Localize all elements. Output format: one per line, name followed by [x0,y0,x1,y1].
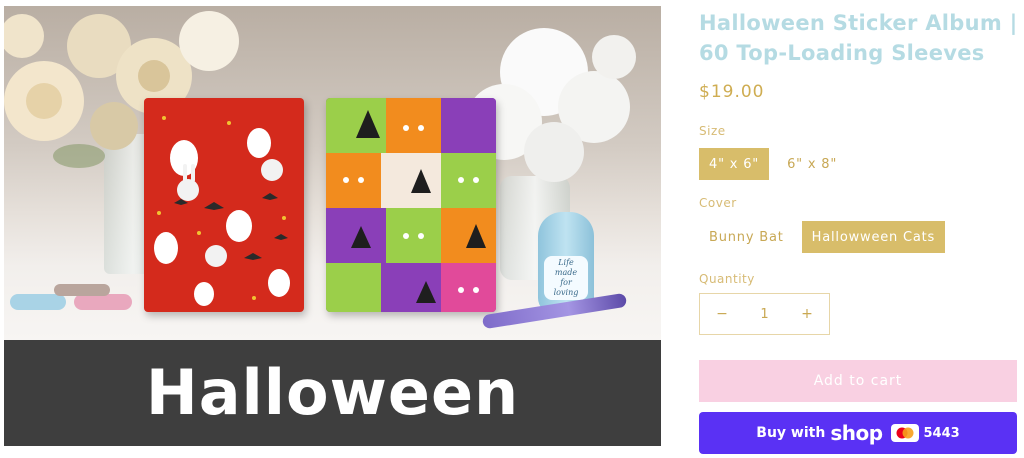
halloween-banner: Halloween [4,340,661,446]
washi-tape-pink [74,294,132,310]
product-image[interactable]: Life made for loving Halloween [4,6,661,446]
shop-logo: shop [830,421,883,445]
halloween-cats-album [326,98,496,312]
washi-tape-blue [10,294,66,310]
size-options: 4" x 6" 6" x 8" [699,148,848,180]
mastercard-icon [890,424,919,442]
cover-option-bunny-bat[interactable]: Bunny Bat [699,221,794,253]
add-to-cart-button[interactable]: Add to cart [699,360,1017,402]
banner-text: Halloween [145,356,520,429]
quantity-input[interactable]: 1 [760,307,768,322]
size-label: Size [699,124,726,138]
product-photo: Life made for loving [4,6,661,340]
quantity-increase-button[interactable]: + [799,306,815,322]
buy-with-shop-button[interactable]: Buy with shop 5443 [699,412,1017,454]
size-option-4x6[interactable]: 4" x 6" [699,148,770,180]
product-price: $19.00 [699,82,765,102]
quantity-label: Quantity [699,272,755,286]
cover-label: Cover [699,196,737,210]
bunny-bat-album [144,98,304,312]
buy-with-label: Buy with [756,425,826,441]
washi-tape-grey [54,284,110,296]
size-option-6x8[interactable]: 6" x 8" [777,148,848,180]
card-last-digits: 5443 [923,425,960,441]
product-title: Halloween Sticker Album | 60 Top-Loading… [699,11,1018,65]
figurine-label: Life made for loving [544,256,588,300]
quantity-decrease-button[interactable]: − [714,306,730,322]
cover-option-halloween-cats[interactable]: Hallowween Cats [801,221,946,253]
cover-options: Bunny Bat Hallowween Cats [699,221,946,253]
quantity-stepper: − 1 + [699,293,830,335]
